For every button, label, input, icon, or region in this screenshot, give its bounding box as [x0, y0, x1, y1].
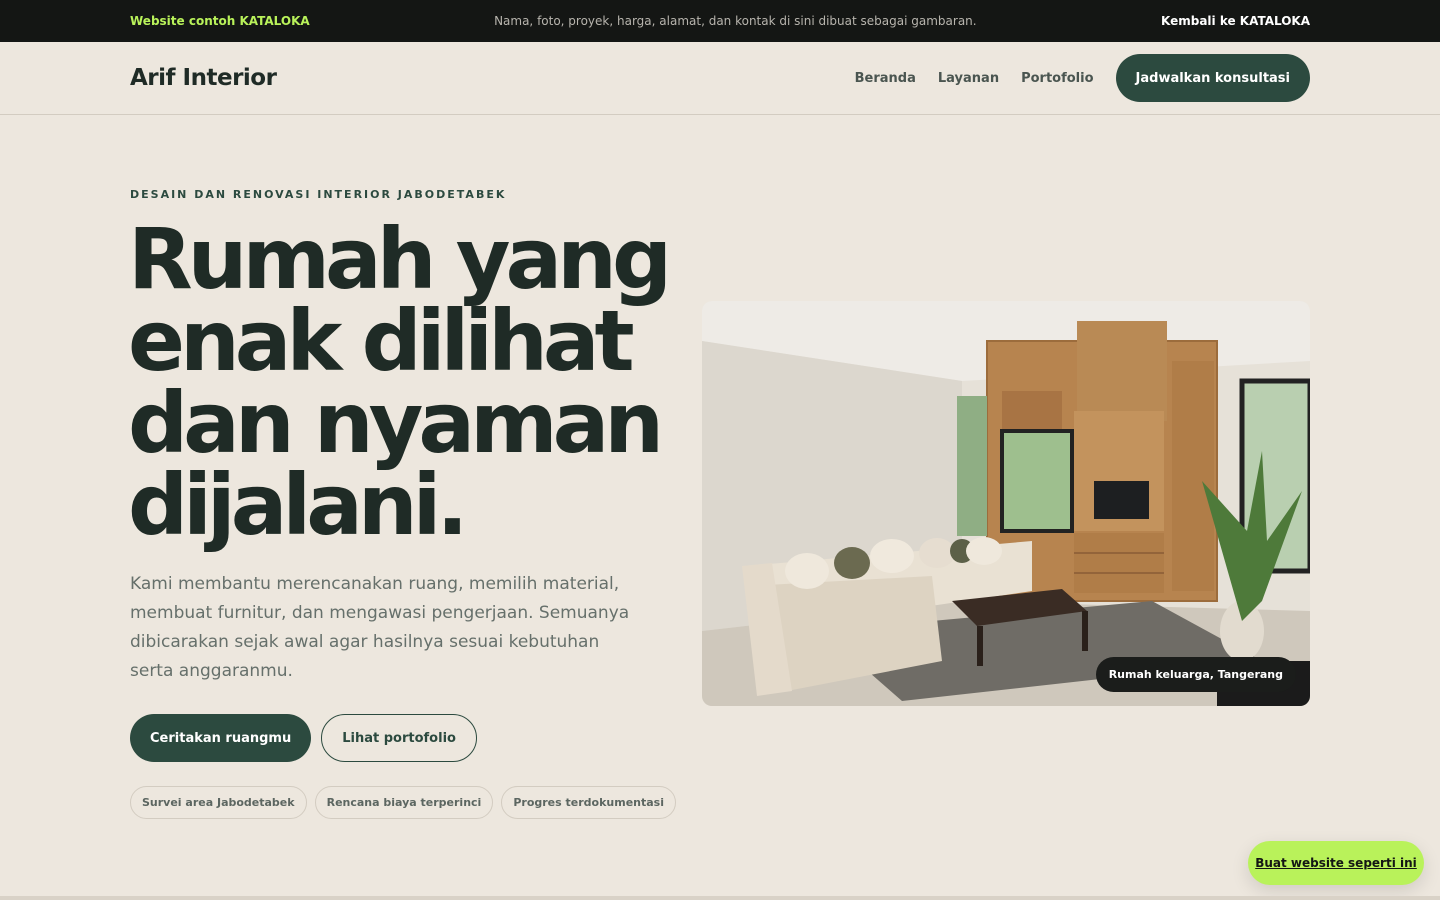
- nav-link-layanan[interactable]: Layanan: [938, 71, 999, 86]
- photo-caption-badge: Rumah keluarga, Tangerang: [1095, 657, 1296, 692]
- site-header: Arif Interior Beranda Layanan Portofolio…: [0, 42, 1440, 115]
- nav-link-beranda[interactable]: Beranda: [855, 71, 916, 86]
- living-room-illustration: [702, 301, 1310, 706]
- view-portfolio-button[interactable]: Lihat portofolio: [321, 714, 477, 762]
- feature-chip: Survei area Jabodetabek: [130, 786, 307, 819]
- hero-headline: Rumah yang enak dilihat dan nyaman dijal…: [128, 210, 672, 554]
- feature-chip: Progres terdokumentasi: [501, 786, 676, 819]
- hero-eyebrow: DESAIN DAN RENOVASI INTERIOR JABODETABEK: [130, 188, 507, 201]
- hero-actions: Ceritakan ruangmu Lihat portofolio: [130, 714, 477, 762]
- schedule-consultation-button[interactable]: Jadwalkan konsultasi: [1115, 54, 1310, 102]
- demo-site-label: Website contoh KATALOKA: [130, 14, 310, 28]
- section-divider: [0, 896, 1440, 900]
- tell-your-room-button[interactable]: Ceritakan ruangmu: [130, 714, 312, 762]
- announcement-bar: Website contoh KATALOKA Nama, foto, proy…: [0, 0, 1440, 42]
- site-logo[interactable]: Arif Interior: [130, 65, 277, 91]
- back-to-kataloka-link[interactable]: Kembali ke KATALOKA: [1161, 14, 1310, 28]
- hero-living-room-photo: Rumah keluarga, Tangerang: [702, 301, 1310, 706]
- nav-link-portofolio[interactable]: Portofolio: [1021, 71, 1093, 86]
- main-nav: Beranda Layanan Portofolio Jadwalkan kon…: [855, 54, 1310, 102]
- disclaimer-text: Nama, foto, proyek, harga, alamat, dan k…: [494, 14, 977, 28]
- feature-chip: Rencana biaya terperinci: [314, 786, 494, 819]
- hero-lead-text: Kami membantu merencanakan ruang, memili…: [130, 574, 630, 681]
- build-website-like-this-button[interactable]: Buat website seperti ini: [1248, 841, 1424, 885]
- feature-chips: Survei area Jabodetabek Rencana biaya te…: [130, 786, 676, 819]
